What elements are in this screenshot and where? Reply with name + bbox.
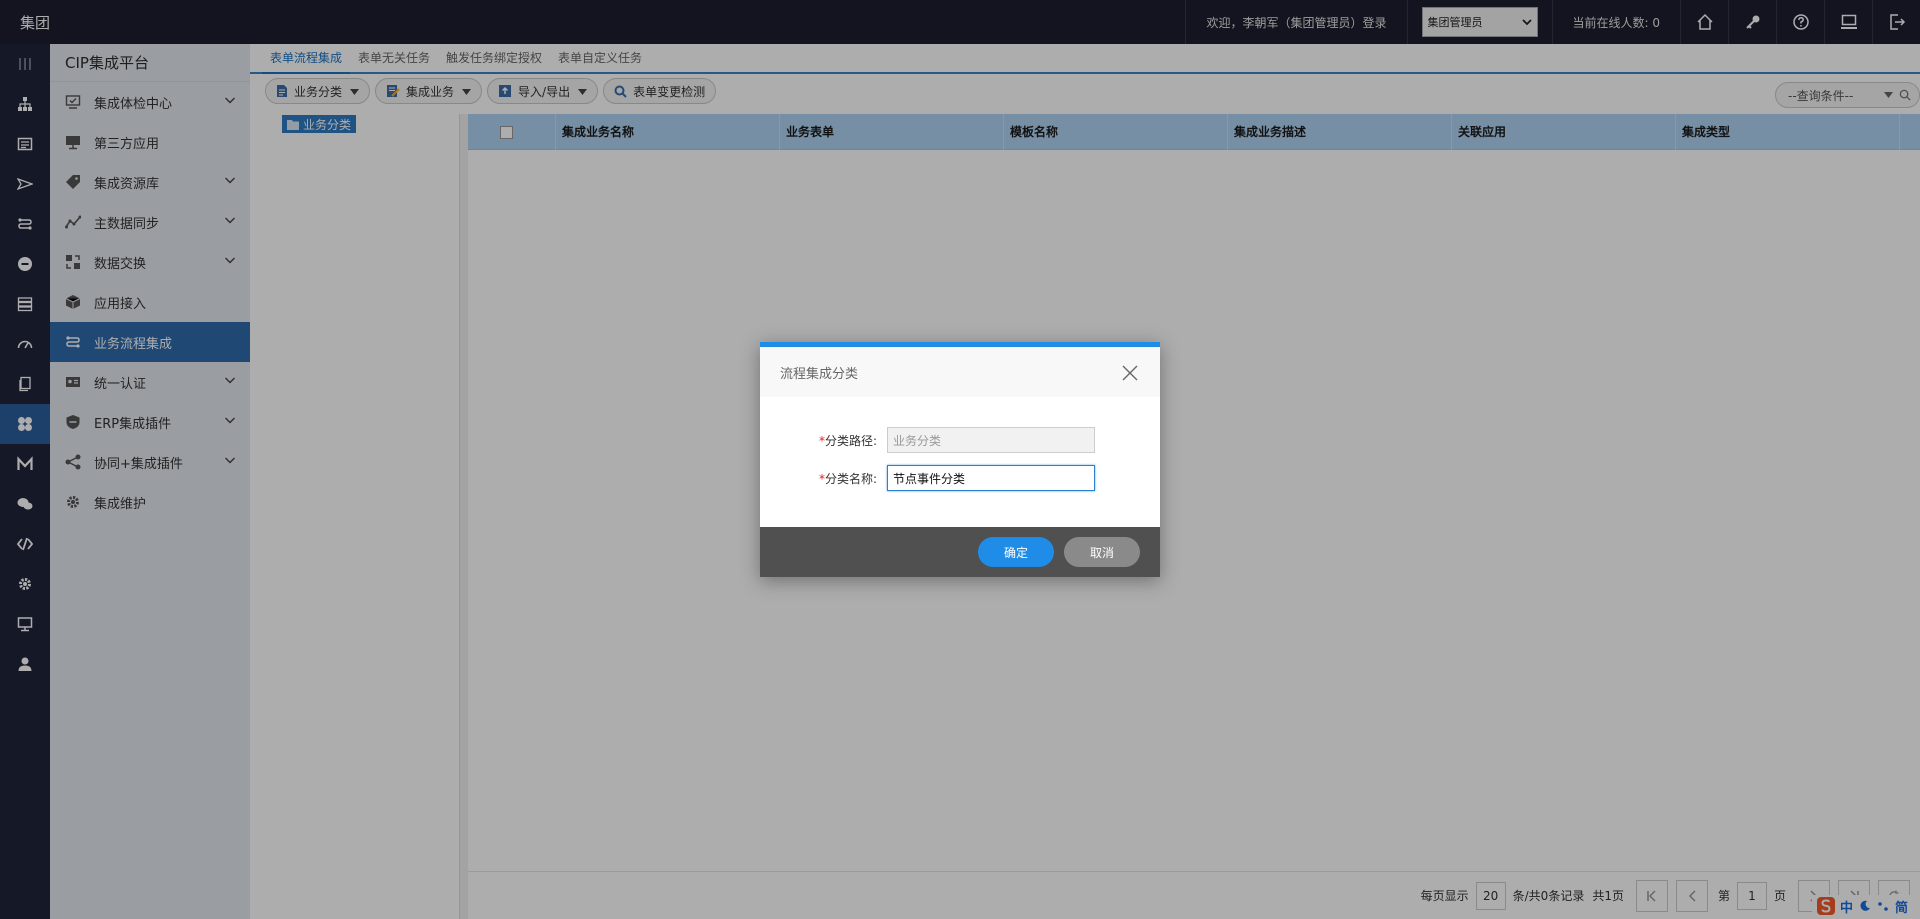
dialog-header: 流程集成分类 <box>760 347 1160 397</box>
name-row: *分类名称: 节点事件分类 <box>760 465 1160 491</box>
name-label-text: 分类名称: <box>824 471 877 486</box>
category-path-field: 业务分类 <box>887 427 1095 453</box>
dialog-footer: 确定 取消 <box>760 527 1160 577</box>
dialog-body: *分类路径: 业务分类 *分类名称: 节点事件分类 <box>760 397 1160 527</box>
path-label: *分类路径: <box>760 432 887 449</box>
close-icon[interactable] <box>1122 365 1138 381</box>
dialog-title: 流程集成分类 <box>780 366 859 382</box>
category-name-input[interactable]: 节点事件分类 <box>887 465 1095 491</box>
path-label-text: 分类路径: <box>824 433 877 448</box>
category-dialog: 流程集成分类 *分类路径: 业务分类 *分类名称: 节点事件分类 确定 取消 <box>760 342 1160 577</box>
name-label: *分类名称: <box>760 470 887 487</box>
cancel-button[interactable]: 取消 <box>1064 537 1140 567</box>
path-row: *分类路径: 业务分类 <box>760 427 1160 453</box>
confirm-button[interactable]: 确定 <box>978 537 1054 567</box>
